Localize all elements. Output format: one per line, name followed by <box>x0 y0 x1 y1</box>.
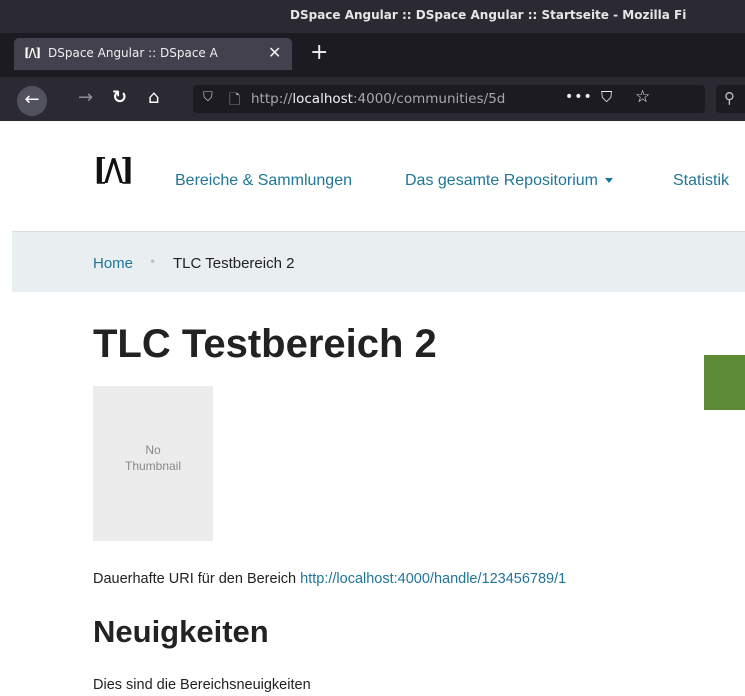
persistent-uri: Dauerhafte URI für den Bereich http://lo… <box>93 571 566 587</box>
nav-communities-link[interactable]: Bereiche & Sammlungen <box>175 172 352 190</box>
favicon-icon: [/\] <box>24 46 41 60</box>
breadcrumb-home-link[interactable]: Home <box>93 255 133 272</box>
nav-repository-dropdown[interactable]: Das gesamte Repositorium <box>405 172 613 190</box>
search-icon: ⚲ <box>724 89 735 107</box>
page-title: TLC Testbereich 2 <box>93 322 437 366</box>
uri-label: Dauerhafte URI für den Bereich <box>93 571 297 587</box>
news-heading: Neuigkeiten <box>93 614 269 649</box>
thumbnail-text-line1: No <box>145 443 161 457</box>
shield-icon[interactable]: ⛉ <box>203 90 213 105</box>
window-title: DSpace Angular :: DSpace Angular :: Star… <box>290 8 687 22</box>
search-box[interactable]: ⚲ <box>716 85 745 113</box>
breadcrumb-current: TLC Testbereich 2 <box>173 255 295 272</box>
news-text: Dies sind die Bereichsneuigkeiten <box>93 677 311 693</box>
thumbnail-text: No Thumbnail <box>93 442 213 474</box>
browser-tab[interactable]: [/\] DSpace Angular :: DSpace A ✕ <box>14 38 292 70</box>
window-titlebar: DSpace Angular :: DSpace Angular :: Star… <box>0 0 745 33</box>
pocket-icon[interactable]: ⛉ <box>601 88 612 106</box>
nav-repository-label: Das gesamte Repositorium <box>405 172 598 189</box>
back-arrow-icon[interactable]: ← <box>17 86 47 116</box>
more-icon[interactable]: ••• <box>565 89 593 105</box>
home-icon[interactable]: ⌂ <box>148 87 159 109</box>
thumbnail-text-line2: Thumbnail <box>124 459 182 473</box>
tab-fade <box>214 38 264 70</box>
star-icon[interactable]: ☆ <box>635 87 650 107</box>
action-button[interactable] <box>704 355 745 410</box>
forward-arrow-icon[interactable]: → <box>78 87 93 109</box>
close-icon[interactable]: ✕ <box>268 43 281 62</box>
thumbnail-placeholder: No Thumbnail <box>93 386 213 541</box>
url-text[interactable]: http://localhost:4000/communities/5d <box>251 91 551 107</box>
site-logo[interactable]: [/\] <box>93 153 134 188</box>
breadcrumb-separator: • <box>149 255 157 269</box>
new-tab-button[interactable]: + <box>310 38 328 68</box>
nav-statistics-link[interactable]: Statistik <box>673 172 729 190</box>
caret-down-icon <box>604 178 613 184</box>
uri-link[interactable]: http://localhost:4000/handle/123456789/1 <box>300 571 566 587</box>
url-bar[interactable]: ⛉ 🗋 http://localhost:4000/communities/5d… <box>193 85 705 113</box>
page-icon[interactable]: 🗋 <box>229 89 240 113</box>
reload-icon[interactable]: ↻ <box>112 87 127 109</box>
